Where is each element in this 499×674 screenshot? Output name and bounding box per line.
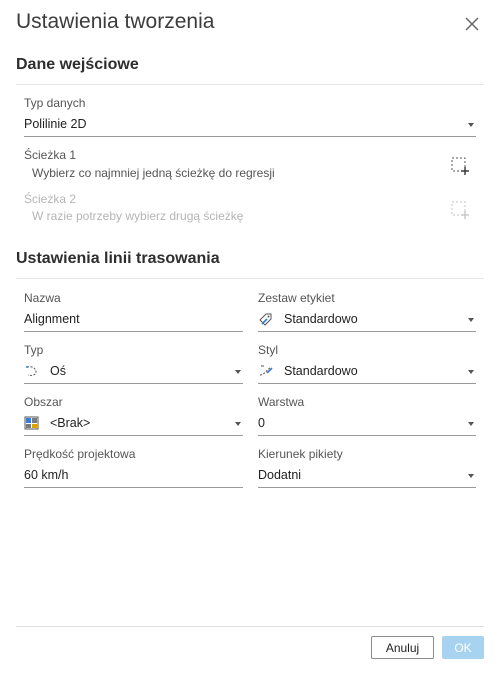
footer-divider xyxy=(16,626,484,627)
type-label: Typ xyxy=(24,343,44,357)
input-section-title: Dane wejściowe xyxy=(16,56,139,73)
design-speed-label: Prędkość projektowa xyxy=(24,447,136,461)
section-divider xyxy=(16,84,484,85)
select-path1-icon[interactable] xyxy=(450,156,470,176)
select-path2-icon[interactable] xyxy=(450,200,470,220)
site-icon xyxy=(24,416,39,430)
site-value: <Brak> xyxy=(50,416,91,430)
path1-label: Ścieżka 1 xyxy=(24,148,77,162)
style-value: Standardowo xyxy=(284,364,358,378)
alignment-section-title: Ustawienia linii trasowania xyxy=(16,250,220,267)
label-set-dropdown[interactable]: Standardowo xyxy=(258,308,476,332)
label-set-value: Standardowo xyxy=(284,312,358,326)
style-label: Styl xyxy=(258,343,279,357)
layer-label: Warstwa xyxy=(258,395,305,409)
chevron-down-icon xyxy=(468,370,474,374)
chevron-down-icon xyxy=(468,474,474,478)
type-dropdown[interactable]: Oś xyxy=(24,360,243,384)
section-divider xyxy=(16,278,484,279)
cancel-button[interactable]: Anuluj xyxy=(371,636,434,659)
style-dropdown[interactable]: Standardowo xyxy=(258,360,476,384)
centerline-icon xyxy=(26,366,37,376)
path1-hint: Wybierz co najmniej jedną ścieżkę do reg… xyxy=(32,166,275,180)
chevron-down-icon xyxy=(468,123,474,127)
station-direction-dropdown[interactable]: Dodatni xyxy=(258,464,476,488)
station-direction-label: Kierunek pikiety xyxy=(258,447,343,461)
site-label: Obszar xyxy=(24,395,63,409)
creation-settings-dialog: Ustawienia tworzenia Dane wejściowe Typ … xyxy=(0,0,499,674)
style-icon xyxy=(259,365,273,376)
chevron-down-icon xyxy=(468,318,474,322)
design-speed-input[interactable]: 60 km/h xyxy=(24,464,243,488)
chevron-down-icon xyxy=(468,422,474,426)
data-type-dropdown[interactable]: Polilinie 2D xyxy=(24,113,476,137)
data-type-label: Typ danych xyxy=(24,96,86,110)
path2-hint: W razie potrzeby wybierz drugą ścieżkę xyxy=(32,209,244,223)
layer-value: 0 xyxy=(258,416,265,430)
label-set-icon xyxy=(259,313,272,326)
data-type-value: Polilinie 2D xyxy=(24,117,87,131)
dialog-title: Ustawienia tworzenia xyxy=(16,10,215,33)
chevron-down-icon xyxy=(235,370,241,374)
station-direction-value: Dodatni xyxy=(258,468,302,482)
name-label: Nazwa xyxy=(24,291,61,305)
type-value: Oś xyxy=(50,364,66,378)
site-dropdown[interactable]: <Brak> xyxy=(24,412,243,436)
path2-label: Ścieżka 2 xyxy=(24,192,77,206)
label-set-label: Zestaw etykiet xyxy=(258,291,335,305)
chevron-down-icon xyxy=(235,422,241,426)
name-value: Alignment xyxy=(24,312,80,326)
layer-dropdown[interactable]: 0 xyxy=(258,412,476,436)
close-icon[interactable] xyxy=(461,13,483,35)
design-speed-value: 60 km/h xyxy=(24,468,69,482)
name-input[interactable]: Alignment xyxy=(24,308,243,332)
ok-button[interactable]: OK xyxy=(442,636,484,659)
